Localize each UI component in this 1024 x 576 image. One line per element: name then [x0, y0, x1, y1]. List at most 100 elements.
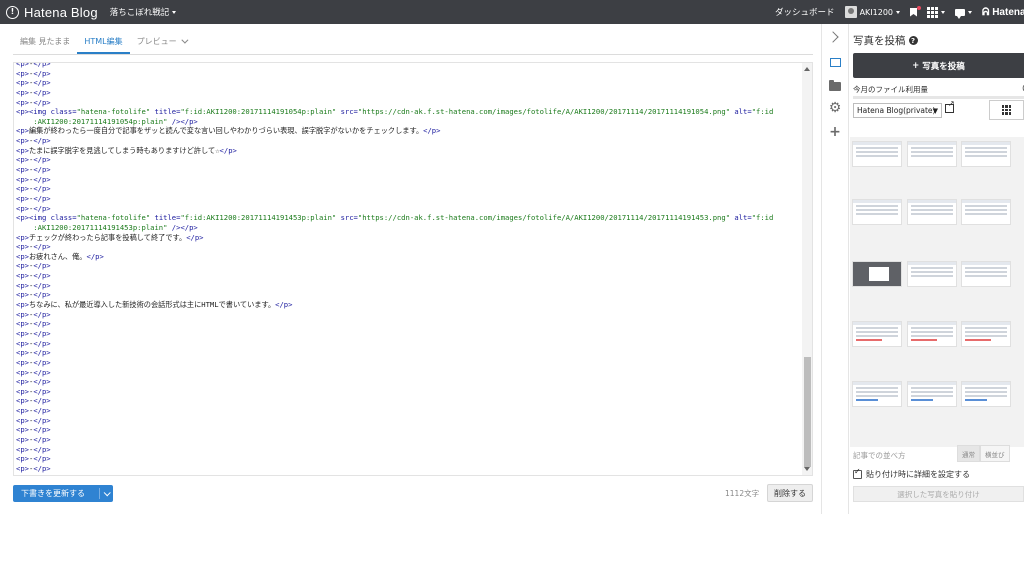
bookmark-button[interactable] [910, 6, 921, 17]
code-line[interactable]: <p>-</p> [16, 290, 801, 300]
hatena-link[interactable]: ᕱ Hatena [982, 7, 1024, 18]
photo-thumbnail[interactable] [961, 321, 1011, 347]
code-line[interactable]: <p>-</p> [16, 261, 801, 271]
code-line[interactable]: <p>-</p> [16, 78, 801, 88]
code-line[interactable]: <p>-</p> [16, 377, 801, 387]
paste-detail-checkbox[interactable]: 貼り付け時に詳細を設定する [853, 467, 970, 480]
code-line[interactable]: <p>-</p> [16, 435, 801, 445]
side-toolbar: ⚙ + [821, 24, 849, 514]
code-line[interactable]: <p>-</p> [16, 425, 801, 435]
external-link-icon[interactable] [945, 99, 955, 113]
tab-html-edit[interactable]: HTML編集 [77, 36, 130, 54]
code-line[interactable]: :AKI1200:20171114191054p:plain" /></p> [16, 117, 801, 127]
paste-detail-label: 貼り付け時に詳細を設定する [866, 470, 970, 479]
code-line[interactable]: <p>-</p> [16, 165, 801, 175]
code-line[interactable]: <p>-</p> [16, 69, 801, 79]
code-line[interactable]: <p>-</p> [16, 194, 801, 204]
code-line[interactable]: <p>-</p> [16, 464, 801, 474]
apps-menu[interactable] [927, 6, 945, 18]
code-line[interactable]: <p>-</p> [16, 98, 801, 108]
update-draft-label: 下書きを更新する [21, 489, 85, 498]
scrollbar-thumb[interactable] [804, 357, 811, 467]
photo-thumbnail[interactable] [961, 381, 1011, 407]
settings-tab-button[interactable]: ⚙ [828, 101, 842, 115]
notifications-menu[interactable] [955, 8, 972, 19]
album-select[interactable]: Hatena Blog(private) ▼ [853, 103, 942, 118]
code-line[interactable]: <p>-</p> [16, 155, 801, 165]
photo-thumbnail[interactable] [961, 141, 1011, 167]
photo-thumbnail[interactable] [907, 321, 957, 347]
photo-thumbnail[interactable] [907, 381, 957, 407]
photo-thumbnail[interactable] [852, 381, 902, 407]
delete-button[interactable]: 削除する [767, 484, 813, 502]
photo-thumbnail[interactable] [961, 199, 1011, 225]
code-line[interactable]: <p>-</p> [16, 271, 801, 281]
file-usage: 今月のファイル利用量 0 [853, 84, 1024, 95]
scroll-down-arrow-icon[interactable] [804, 467, 810, 471]
code-line[interactable]: <p>編集が終わったら一度自分で記事をザッと読んで変な言い回しやわかりづらい表現… [16, 126, 801, 136]
code-line[interactable]: <p>-</p> [16, 368, 801, 378]
photo-thumbnail[interactable] [852, 141, 902, 167]
code-line[interactable]: <p>お疲れさん、俺。</p> [16, 252, 801, 262]
code-line[interactable]: <p>-</p> [16, 175, 801, 185]
code-line[interactable]: <p>-</p> [16, 454, 801, 464]
blog-selector[interactable]: 落ちこぼれ戦記 [110, 6, 177, 18]
caret-down-icon: ▼ [932, 106, 938, 115]
grid-view-toggle[interactable] [989, 100, 1024, 120]
code-line[interactable]: <p>-</p> [16, 339, 801, 349]
code-area[interactable]: <p>-</p> <p>-</p> <p>-</p> <p>-</p> <p>-</p>… [16, 63, 801, 474]
hatena-blog-logo[interactable]: ! Hatena Blog [6, 5, 98, 20]
code-line[interactable]: <p>-</p> [16, 242, 801, 252]
scroll-up-arrow-icon[interactable] [804, 67, 810, 71]
sort-horizontal-button[interactable]: 横並び [980, 445, 1010, 462]
code-line[interactable]: <p>-</p> [16, 358, 801, 368]
help-icon[interactable]: ? [908, 36, 918, 45]
code-line[interactable]: <p>-</p> [16, 204, 801, 214]
paste-selected-button[interactable]: 選択した写真を貼り付け [853, 486, 1024, 502]
add-tab-button[interactable]: + [828, 125, 842, 139]
code-line[interactable]: <p>-</p> [16, 406, 801, 416]
code-line[interactable]: <p>-</p> [16, 348, 801, 358]
code-line[interactable]: <p>-</p> [16, 329, 801, 339]
user-menu[interactable]: AKI1200 [844, 6, 900, 18]
html-editor[interactable]: <p>-</p> <p>-</p> <p>-</p> <p>-</p> <p>-</p>… [13, 62, 813, 476]
folder-tab-button[interactable] [828, 79, 842, 93]
code-line[interactable]: <p>-</p> [16, 63, 801, 69]
code-line[interactable]: <p><img class="hatena-fotolife" title="f… [16, 213, 801, 223]
code-line[interactable]: <p><img class="hatena-fotolife" title="f… [16, 107, 801, 117]
photo-thumbnail[interactable] [852, 199, 902, 225]
collapse-panel-button[interactable] [827, 30, 842, 44]
photo-thumbnail[interactable] [907, 141, 957, 167]
code-line[interactable]: :AKI1200:20171114191453p:plain" /></p> [16, 223, 801, 233]
code-line[interactable]: <p>-</p> [16, 184, 801, 194]
grid-icon [927, 6, 938, 18]
tab-wysiwyg[interactable]: 編集 見たまま [13, 36, 77, 54]
checkbox-checked-icon[interactable] [853, 467, 862, 479]
code-line[interactable]: <p>-</p> [16, 310, 801, 320]
tab-preview[interactable]: プレビュー [130, 36, 193, 54]
code-line[interactable]: <p>-</p> [16, 396, 801, 406]
code-line[interactable]: <p>チェックが終わったら記事を投稿して終了です。</p> [16, 233, 801, 243]
photo-thumbnail[interactable] [907, 199, 957, 225]
update-draft-button[interactable]: 下書きを更新する [13, 485, 113, 502]
update-options-dropdown[interactable] [100, 489, 113, 497]
code-line[interactable]: <p>-</p> [16, 281, 801, 291]
photo-tab-button[interactable] [826, 54, 842, 69]
photo-thumbnail[interactable] [961, 261, 1011, 287]
code-line[interactable]: <p>-</p> [16, 88, 801, 98]
photo-thumbnail[interactable] [852, 321, 902, 347]
code-line[interactable]: <p>-</p> [16, 319, 801, 329]
code-line[interactable]: <p>-</p> [16, 445, 801, 455]
dashboard-link[interactable]: ダッシュボード [775, 6, 835, 18]
photo-thumbnail[interactable] [907, 261, 957, 287]
code-line[interactable]: <p>たまに誤字脱字を見逃してしまう時もありますけど許して☆</p> [16, 146, 801, 156]
code-line[interactable]: <p>-</p> [16, 136, 801, 146]
code-line[interactable]: <p>-</p> [16, 387, 801, 397]
sort-normal-button[interactable]: 通常 [957, 445, 980, 462]
photo-thumbnail[interactable] [852, 261, 902, 287]
photo-panel: 写真を投稿 ? + 写真を投稿 今月のファイル利用量 0 Hatena Blog… [849, 24, 1024, 514]
code-line[interactable]: <p>ちなみに、私が最近導入した新技術の会話形式は主にHTMLで書いています。<… [16, 300, 801, 310]
post-photo-button[interactable]: + 写真を投稿 [853, 53, 1024, 78]
editor-scrollbar[interactable] [802, 63, 812, 475]
code-line[interactable]: <p>-</p> [16, 416, 801, 426]
